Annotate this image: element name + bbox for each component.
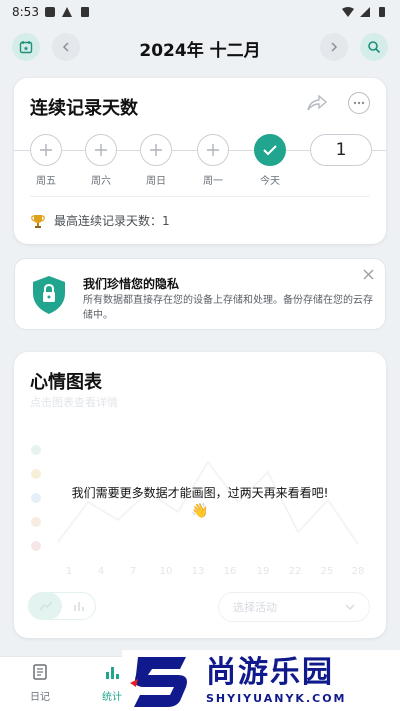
add-day-button[interactable] bbox=[140, 134, 172, 166]
activity-select[interactable]: 选择活动 bbox=[218, 592, 370, 622]
x-tick-label: 10 bbox=[160, 566, 173, 577]
nav-item-journal[interactable]: 日记 bbox=[10, 663, 70, 703]
add-day-button[interactable] bbox=[30, 134, 62, 166]
chart-type-toggle[interactable] bbox=[28, 592, 96, 620]
wifi-icon bbox=[342, 7, 354, 17]
activity-select-placeholder: 选择活动 bbox=[233, 601, 277, 614]
message-text: 我们需要更多数据才能画图，过两天再来看看吧! bbox=[71, 486, 329, 500]
privacy-title: 我们珍惜您的隐私 bbox=[83, 277, 180, 291]
divider bbox=[30, 196, 370, 197]
x-tick-label: 16 bbox=[224, 566, 237, 577]
add-day-button[interactable] bbox=[197, 134, 229, 166]
x-tick-label: 28 bbox=[352, 566, 365, 577]
day-label: 周一 bbox=[203, 176, 223, 187]
day-label: 今天 bbox=[260, 176, 280, 187]
alert-icon bbox=[61, 7, 72, 17]
day-item[interactable]: 周六 bbox=[81, 134, 121, 187]
status-time: 8:53 bbox=[12, 5, 39, 19]
today-check-button[interactable] bbox=[254, 134, 286, 166]
day-label: 周六 bbox=[91, 176, 111, 187]
next-month-button[interactable] bbox=[320, 33, 348, 61]
day-item[interactable]: 周一 bbox=[193, 134, 233, 187]
best-streak-text: 最高连续记录天数：1 bbox=[54, 214, 170, 228]
mood-subtitle: 点击图表查看详情 bbox=[30, 396, 118, 409]
plus-icon bbox=[40, 144, 52, 156]
close-icon[interactable] bbox=[363, 269, 374, 280]
journal-icon bbox=[33, 664, 47, 680]
watermark-logo bbox=[130, 656, 187, 707]
streak-days: 周五 周六 周日 周一 今天 1 bbox=[14, 134, 386, 194]
x-tick-label: 13 bbox=[192, 566, 205, 577]
mood-good-icon bbox=[31, 469, 41, 479]
signal-icon bbox=[360, 7, 370, 17]
shield-lock-icon bbox=[33, 276, 65, 314]
x-tick-label: 1 bbox=[66, 566, 72, 577]
bar-chart-toggle[interactable] bbox=[62, 592, 95, 620]
watermark-text: 尚游乐园 SHYIYUANYK.COM bbox=[206, 655, 347, 706]
line-chart-icon bbox=[38, 601, 53, 611]
more-button[interactable] bbox=[348, 92, 370, 114]
share-icon[interactable] bbox=[306, 94, 328, 112]
not-enough-data-message: 我们需要更多数据才能画图，过两天再来看看吧! 👋 bbox=[14, 484, 386, 519]
trophy-icon bbox=[31, 214, 45, 228]
day-item[interactable]: 周日 bbox=[136, 134, 176, 187]
mood-awesome-icon bbox=[31, 445, 41, 455]
notification-icon bbox=[44, 7, 55, 17]
nav-label: 日记 bbox=[30, 692, 50, 703]
watermark: 尚游乐园 SHYIYUANYK.COM bbox=[122, 650, 400, 711]
mood-card: 心情图表 点击图表查看详情 1 4 7 10 13 16 19 22 25 28… bbox=[14, 352, 386, 638]
x-tick-label: 19 bbox=[257, 566, 270, 577]
privacy-body: 所有数据都直接存在您的设备上存储和处理。备份存储在您的云存储中。 bbox=[83, 295, 373, 321]
stats-icon bbox=[106, 667, 119, 679]
watermark-cn: 尚游乐园 bbox=[206, 655, 334, 690]
check-icon bbox=[263, 145, 277, 156]
day-item-today[interactable]: 今天 bbox=[250, 134, 290, 187]
status-bar: 8:53 bbox=[0, 0, 400, 24]
mood-awful-icon bbox=[31, 541, 41, 551]
privacy-banner: 我们珍惜您的隐私 所有数据都直接存在您的设备上存储和处理。备份存储在您的云存储中… bbox=[14, 258, 386, 330]
plus-icon bbox=[207, 144, 219, 156]
battery-icon bbox=[379, 7, 385, 17]
best-streak-row: 最高连续记录天数：1 bbox=[30, 212, 170, 229]
search-button[interactable] bbox=[360, 33, 388, 61]
sim-icon bbox=[80, 7, 89, 17]
day-item[interactable]: 周五 bbox=[26, 134, 66, 187]
wave-icon: 👋 bbox=[191, 503, 209, 519]
day-label: 周五 bbox=[36, 176, 56, 187]
add-day-button[interactable] bbox=[85, 134, 117, 166]
x-tick-label: 4 bbox=[98, 566, 104, 577]
streak-title: 连续记录天数 bbox=[30, 98, 138, 119]
more-icon bbox=[353, 101, 365, 105]
plus-icon bbox=[150, 144, 162, 156]
mood-title: 心情图表 bbox=[30, 372, 102, 393]
bar-chart-icon bbox=[73, 602, 84, 611]
x-tick-label: 22 bbox=[289, 566, 302, 577]
top-bar: 2024年 十二月 bbox=[0, 28, 400, 66]
x-tick-label: 7 bbox=[130, 566, 136, 577]
search-icon bbox=[368, 41, 381, 54]
x-tick-label: 25 bbox=[321, 566, 334, 577]
streak-count: 1 bbox=[310, 134, 372, 166]
streak-card: 连续记录天数 周五 周六 周日 周一 今天 1 最高连续记录天数：1 bbox=[14, 78, 386, 244]
plus-icon bbox=[95, 144, 107, 156]
watermark-en: SHYIYUANYK.COM bbox=[206, 692, 347, 705]
chevron-right-icon bbox=[331, 42, 338, 52]
chevron-down-icon bbox=[345, 604, 355, 610]
line-chart-toggle[interactable] bbox=[29, 592, 62, 620]
day-label: 周日 bbox=[146, 176, 166, 187]
